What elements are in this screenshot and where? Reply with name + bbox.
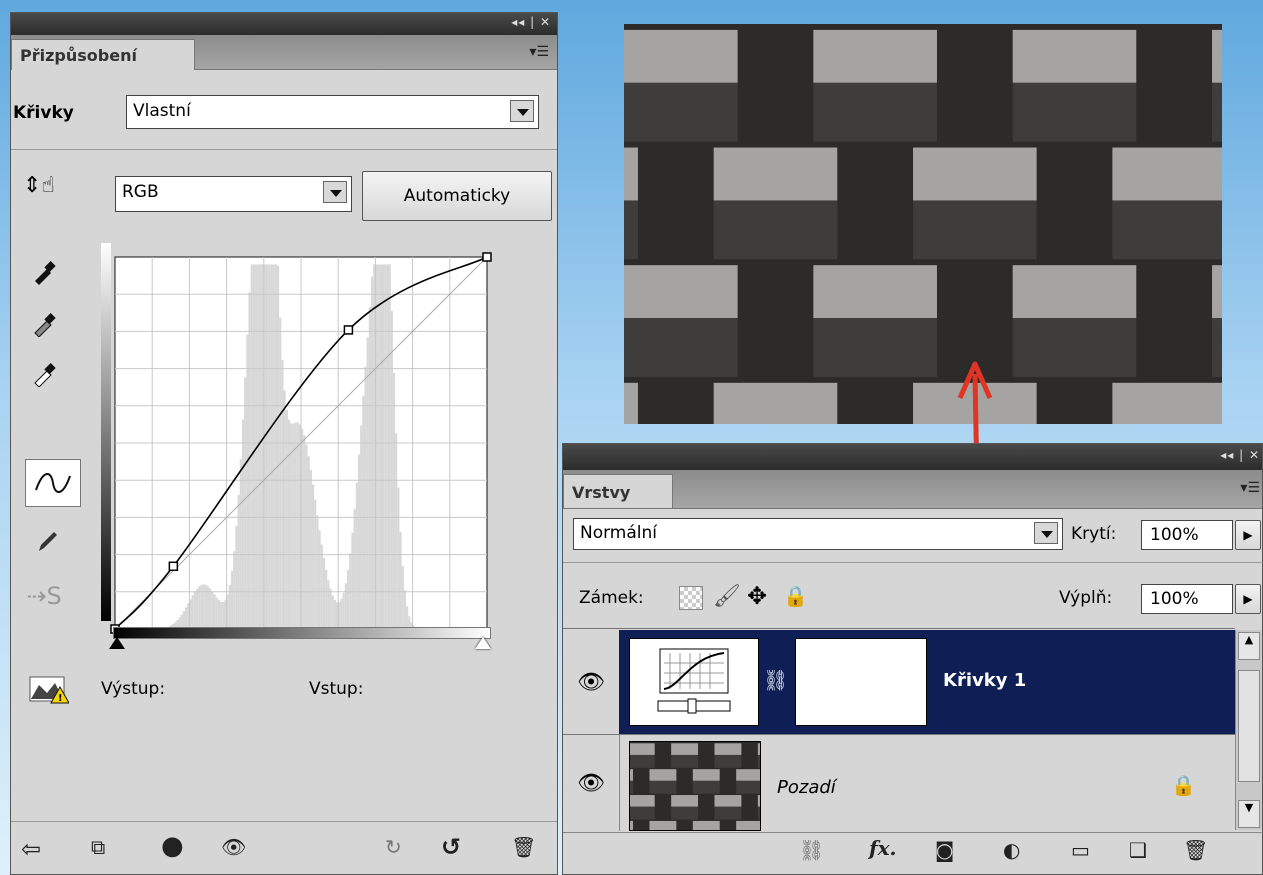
preset-value: Vlastní	[133, 101, 191, 121]
svg-text:!: !	[58, 693, 63, 704]
pencil-icon[interactable]	[29, 521, 67, 559]
trash-icon[interactable]: 🗑	[1183, 838, 1208, 862]
output-gradient-bar	[101, 243, 111, 621]
fill-input[interactable]: 100%	[1141, 584, 1233, 614]
divider	[11, 149, 557, 150]
adjustments-panel: ◂◂ | ✕ Přizpůsobení ▾☰ Křivky Vlastní ⇕☝…	[10, 12, 558, 875]
panel-menu-icon[interactable]: ▾☰	[529, 44, 549, 60]
lock-image-brush-icon[interactable]: 🖌	[713, 584, 741, 609]
auto-button[interactable]: Automaticky	[362, 171, 552, 221]
layers-tabstrip: Vrstvy ▾☰	[563, 470, 1262, 509]
gray-point-eyedropper-icon[interactable]	[25, 305, 63, 343]
layer-row-curves[interactable]: 👁 ⛓ Křivky 1	[563, 630, 1235, 734]
collapse-close-icon[interactable]: ◂◂ | ✕	[511, 15, 551, 29]
curve-control-point[interactable]	[482, 252, 492, 262]
adjustments-titlebar[interactable]: ◂◂ | ✕	[11, 13, 557, 35]
view-previous-state-icon[interactable]: ↻	[385, 835, 402, 859]
preset-select[interactable]: Vlastní	[126, 95, 539, 129]
lock-label: Zámek:	[579, 588, 644, 608]
targeted-adjustment-hand-icon[interactable]: ⇕☝	[23, 173, 55, 198]
reset-icon[interactable]: ↺	[441, 833, 461, 861]
expand-view-icon[interactable]: ⧉	[91, 835, 105, 859]
layer-mask-link-icon[interactable]: ⛓	[763, 668, 788, 692]
new-adjustment-layer-icon[interactable]: ◐	[1003, 838, 1020, 862]
curve-control-point[interactable]	[343, 325, 354, 335]
link-layers-icon[interactable]: ⛓	[799, 838, 824, 862]
channel-select[interactable]: RGB	[115, 176, 352, 212]
divider	[11, 821, 557, 822]
opacity-input[interactable]: 100%	[1141, 520, 1233, 550]
visibility-eye-icon[interactable]: 👁	[221, 835, 246, 859]
panel-menu-icon[interactable]: ▾☰	[1240, 480, 1260, 496]
visibility-eye-icon[interactable]: 👁	[563, 735, 620, 831]
scroll-down-icon[interactable]: ▼	[1238, 800, 1260, 828]
layer-name[interactable]: Křivky 1	[943, 670, 1026, 691]
curves-graph[interactable]	[101, 243, 497, 643]
white-point-slider[interactable]	[475, 637, 491, 649]
lock-icon: 🔒	[1171, 773, 1196, 797]
adjustments-tabstrip: Přizpůsobení ▾☰	[11, 35, 557, 70]
curve-edit-points-icon[interactable]	[25, 459, 81, 507]
background-layer-thumbnail	[629, 741, 761, 831]
document-image	[624, 24, 1222, 424]
fill-slider-arrow-icon[interactable]: ▶	[1235, 584, 1261, 614]
tab-adjustments[interactable]: Přizpůsobení	[11, 39, 195, 70]
scroll-up-icon[interactable]: ▲	[1238, 632, 1260, 660]
output-label: Výstup:	[101, 679, 166, 699]
add-mask-icon[interactable]: ◙	[935, 838, 954, 862]
opacity-label: Krytí:	[1071, 524, 1117, 544]
layer-style-fx-icon[interactable]: fx.	[869, 836, 897, 860]
lock-position-move-icon[interactable]: ✥	[747, 582, 767, 610]
opacity-value: 100%	[1150, 525, 1199, 545]
divider	[563, 832, 1263, 833]
smooth-curve-icon[interactable]: ⇢S	[25, 577, 63, 615]
tab-layers[interactable]: Vrstvy	[563, 474, 673, 508]
layer-mask-thumbnail[interactable]	[795, 638, 927, 726]
black-point-eyedropper-icon[interactable]	[25, 253, 63, 291]
layer-row-background[interactable]: 👁 Pozadí 🔒	[563, 735, 1235, 831]
layer-name[interactable]: Pozadí	[777, 777, 836, 798]
fill-value: 100%	[1150, 589, 1199, 609]
lock-transparency-icon[interactable]	[679, 586, 703, 610]
layers-panel: ◂◂ | ✕ Vrstvy ▾☰ Normální Krytí: 100% ▶ …	[562, 443, 1263, 875]
layers-scrollbar[interactable]: ▲ ▼	[1235, 630, 1262, 830]
scrollbar-thumb[interactable]	[1238, 670, 1260, 782]
opacity-slider-arrow-icon[interactable]: ▶	[1235, 520, 1261, 550]
input-gradient-bar	[113, 627, 491, 639]
photo-folded-paper-pattern	[624, 24, 1222, 424]
chevron-down-icon[interactable]	[510, 100, 534, 122]
back-arrow-icon[interactable]: ⇦	[21, 835, 41, 863]
clipping-warning-icon[interactable]: !	[29, 673, 70, 705]
curve-control-point[interactable]	[168, 561, 179, 572]
blend-mode-value: Normální	[580, 523, 658, 543]
black-point-slider[interactable]	[109, 637, 125, 649]
curves-adjustment-thumbnail	[629, 638, 759, 726]
new-group-folder-icon[interactable]: ▭	[1071, 838, 1090, 862]
divider	[563, 562, 1263, 563]
collapse-close-icon[interactable]: ◂◂ | ✕	[1220, 448, 1260, 462]
preset-label: Křivky	[13, 103, 74, 123]
input-label: Vstup:	[309, 679, 364, 699]
channel-value: RGB	[122, 182, 159, 202]
fill-label: Výplň:	[1059, 588, 1113, 608]
clip-to-layer-icon[interactable]: ●	[161, 831, 184, 861]
white-point-eyedropper-icon[interactable]	[25, 355, 63, 393]
trash-icon[interactable]: 🗑	[511, 835, 536, 859]
blend-mode-select[interactable]: Normální	[573, 518, 1063, 550]
divider	[563, 628, 1235, 629]
chevron-down-icon[interactable]	[323, 181, 347, 203]
chevron-down-icon[interactable]	[1034, 522, 1058, 544]
lock-all-icon[interactable]: 🔒	[783, 584, 808, 608]
new-layer-icon[interactable]: ❑	[1129, 838, 1147, 862]
visibility-eye-icon[interactable]: 👁	[563, 630, 620, 734]
layers-titlebar[interactable]: ◂◂ | ✕	[563, 444, 1262, 470]
